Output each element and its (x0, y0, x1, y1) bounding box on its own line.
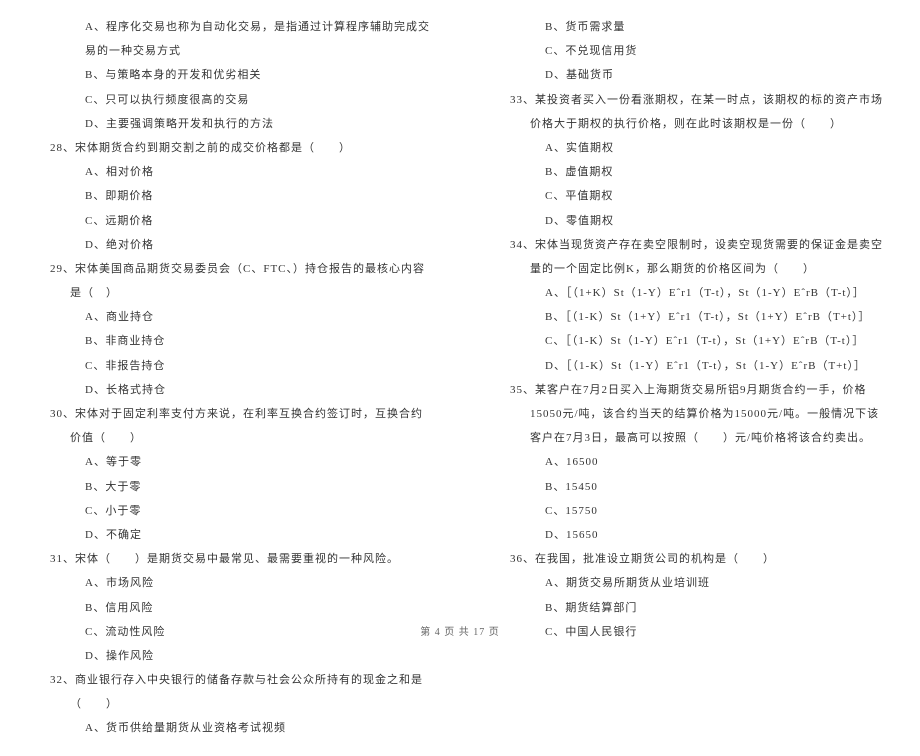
question-29: 29、宋体美国商品期货交易委员会（C、FTC、）持仓报告的最核心内容是（ ） (50, 257, 430, 305)
option-item: A、［（1+K）St（1-Y）Eˆr1（T-t），St（1-Y）EˆrB（T-t… (490, 281, 890, 305)
question-36: 36、在我国，批准设立期货公司的机构是（ ） (510, 547, 890, 571)
question-31: 31、宋体（ ）是期货交易中最常见、最需要重视的一种风险。 (50, 547, 430, 571)
question-35: 35、某客户在7月2日买入上海期货交易所铝9月期货合约一手，价格15050元/吨… (510, 378, 890, 451)
option-item: B、大于零 (30, 475, 430, 499)
option-item: A、货币供给量期货从业资格考试视频 (30, 716, 430, 740)
option-item: D、主要强调策略开发和执行的方法 (30, 112, 430, 136)
option-item: B、信用风险 (30, 596, 430, 620)
option-item: C、平值期权 (490, 184, 890, 208)
option-item: A、市场风险 (30, 571, 430, 595)
question-34: 34、宋体当现货资产存在卖空限制时，设卖空现货需要的保证金是卖空量的一个固定比例… (510, 233, 890, 281)
option-item: D、［（1-K）St（1-Y）Eˆr1（T-t），St（1-Y）EˆrB（T+t… (490, 354, 890, 378)
option-item: A、等于零 (30, 450, 430, 474)
option-item: C、小于零 (30, 499, 430, 523)
option-item: B、虚值期权 (490, 160, 890, 184)
option-item: C、15750 (490, 499, 890, 523)
option-item: D、长格式持仓 (30, 378, 430, 402)
option-item: B、即期价格 (30, 184, 430, 208)
option-item: C、非报告持仓 (30, 354, 430, 378)
option-item: B、非商业持仓 (30, 329, 430, 353)
option-item: A、商业持仓 (30, 305, 430, 329)
option-item: D、操作风险 (30, 644, 430, 668)
question-30: 30、宋体对于固定利率支付方来说，在利率互换合约签订时，互换合约价值（ ） (50, 402, 430, 450)
option-item: B、期货结算部门 (490, 596, 890, 620)
option-item: D、绝对价格 (30, 233, 430, 257)
option-item: A、程序化交易也称为自动化交易，是指通过计算程序辅助完成交易的一种交易方式 (30, 15, 430, 63)
page-container: A、程序化交易也称为自动化交易，是指通过计算程序辅助完成交易的一种交易方式 B、… (0, 0, 920, 756)
question-28: 28、宋体期货合约到期交割之前的成交价格都是（ ） (50, 136, 430, 160)
option-item: B、与策略本身的开发和优劣相关 (30, 63, 430, 87)
option-item: C、［（1-K）St（1-Y）Eˆr1（T-t），St（1+Y）EˆrB（T-t… (490, 329, 890, 353)
option-item: D、零值期权 (490, 209, 890, 233)
option-item: D、基础货币 (490, 63, 890, 87)
option-item: A、期货交易所期货从业培训班 (490, 571, 890, 595)
option-item: D、不确定 (30, 523, 430, 547)
option-item: C、只可以执行频度很高的交易 (30, 88, 430, 112)
option-item: D、15650 (490, 523, 890, 547)
option-item: C、远期价格 (30, 209, 430, 233)
option-item: A、实值期权 (490, 136, 890, 160)
option-item: B、15450 (490, 475, 890, 499)
option-item: B、货币需求量 (490, 15, 890, 39)
question-32: 32、商业银行存入中央银行的储备存款与社会公众所持有的现金之和是（ ） (50, 668, 430, 716)
question-33: 33、某投资者买入一份看涨期权，在某一时点，该期权的标的资产市场价格大于期权的执… (510, 88, 890, 136)
option-item: A、相对价格 (30, 160, 430, 184)
option-item: A、16500 (490, 450, 890, 474)
page-footer: 第 4 页 共 17 页 (0, 623, 920, 638)
option-item: B、［（1-K）St（1+Y）Eˆr1（T-t），St（1+Y）EˆrB（T+t… (490, 305, 890, 329)
option-item: C、不兑现信用货 (490, 39, 890, 63)
